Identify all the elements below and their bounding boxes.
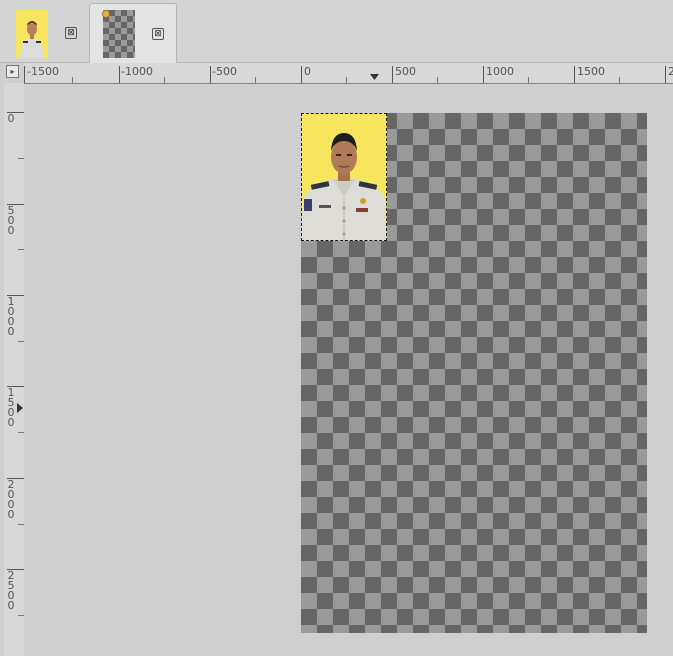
photo-thumbnail (16, 10, 48, 58)
person-photo-icon (16, 10, 48, 58)
ruler-label: 1500 (7, 386, 15, 429)
horizontal-ruler[interactable]: -1500 -1000 -500 0 500 1000 1500 2 (24, 63, 673, 84)
play-arrow-icon: ▸ (10, 67, 15, 76)
ruler-label: -1500 (27, 65, 59, 78)
triangle-marker-icon (370, 74, 379, 80)
ruler-label: 2 (668, 65, 673, 78)
ruler-label: 0 (7, 112, 15, 125)
ruler-label: -500 (212, 65, 237, 78)
image-tab-bar: ⊠ ⊠ (0, 0, 673, 63)
vertical-ruler[interactable]: 0 500 1000 1500 2000 2500 (4, 83, 25, 656)
ruler-label: 500 (7, 204, 15, 237)
active-layer-boundary (301, 113, 387, 241)
close-icon[interactable]: ⊠ (65, 27, 77, 39)
ruler-label: -1000 (121, 65, 153, 78)
ruler-label: 1000 (7, 295, 15, 338)
ruler-label: 500 (395, 65, 416, 78)
navigate-corner-button[interactable]: ▸ (6, 65, 19, 78)
ruler-label: 2000 (7, 478, 15, 521)
ruler-label: 2500 (7, 569, 15, 612)
close-icon[interactable]: ⊠ (152, 28, 164, 40)
image-canvas[interactable] (24, 84, 673, 656)
ruler-label: 1000 (486, 65, 514, 78)
transparent-image-tab[interactable]: ⊠ (89, 3, 177, 63)
dirty-image-icon (102, 10, 110, 18)
ruler-label: 1500 (577, 65, 605, 78)
triangle-marker-icon (17, 403, 23, 413)
ruler-label: 0 (304, 65, 311, 78)
photo-image-tab[interactable]: ⊠ (4, 3, 86, 61)
